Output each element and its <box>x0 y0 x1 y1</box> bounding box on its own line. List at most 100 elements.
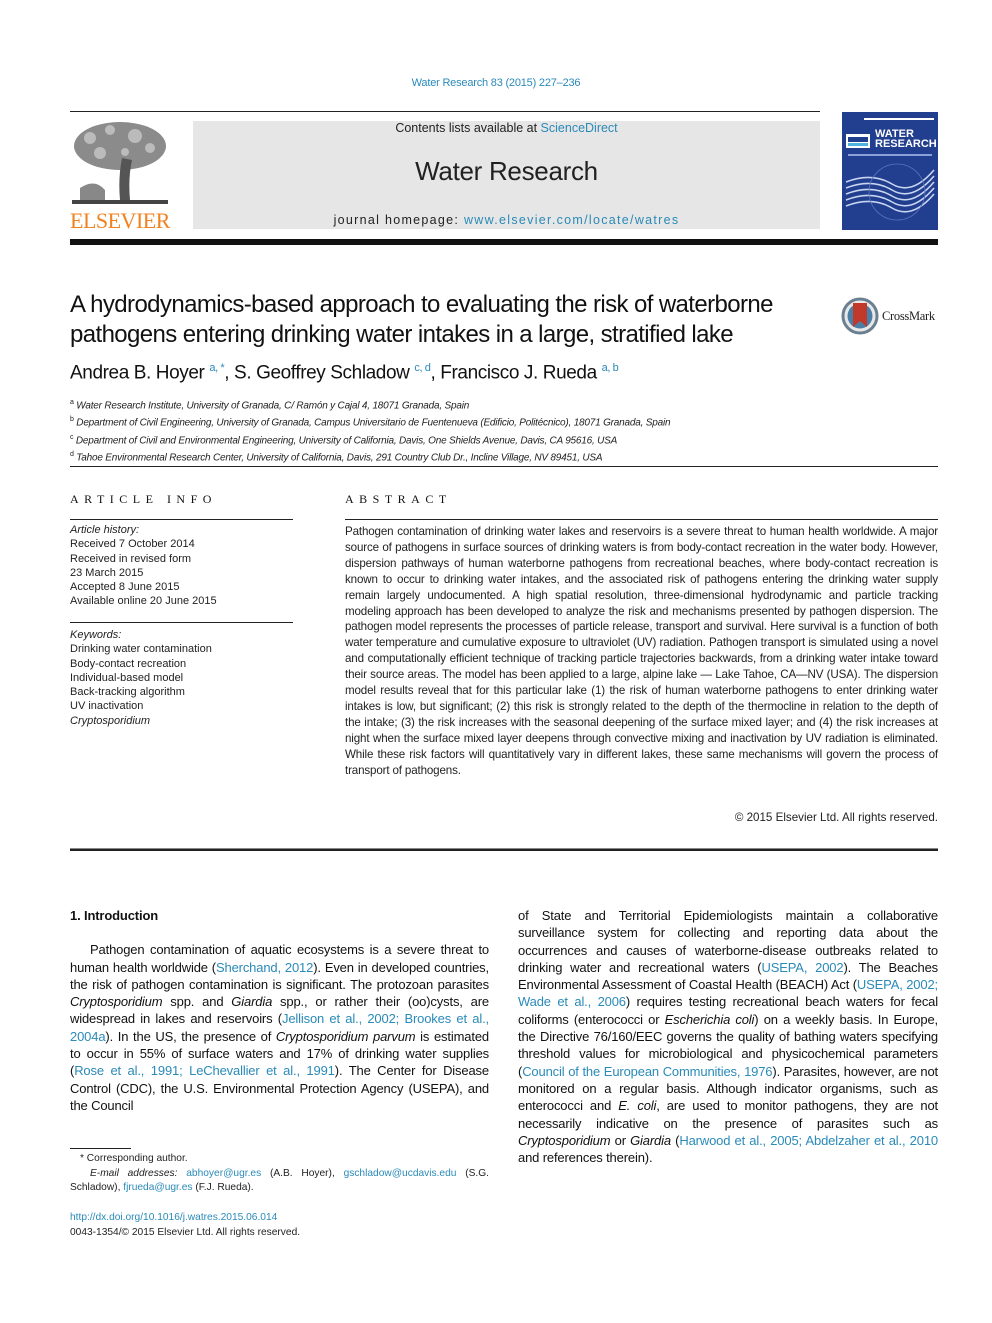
elsevier-logo[interactable]: ELSEVIER <box>70 118 172 234</box>
doi-block: http://dx.doi.org/10.1016/j.watres.2015.… <box>70 1210 300 1240</box>
crossmark-icon <box>841 297 879 335</box>
keyword-item: Back-tracking algorithm <box>70 686 185 699</box>
author-separator: , <box>430 362 441 384</box>
email-link[interactable]: abhoyer@ugr.es <box>186 1168 261 1179</box>
masthead-thick-rule <box>70 239 938 245</box>
species-name: Cryptosporidium <box>518 1132 611 1148</box>
doi-link[interactable]: http://dx.doi.org/10.1016/j.watres.2015.… <box>70 1210 300 1225</box>
body-separator-rule <box>70 848 938 851</box>
journal-cover-thumbnail[interactable]: WATER RESEARCH <box>842 112 938 230</box>
affiliation-text: Department of Civil Engineering, Univers… <box>76 417 671 429</box>
introduction-heading: 1. Introduction <box>70 908 159 923</box>
species-name: Cryptosporidium parvum <box>275 1028 416 1044</box>
reference-link[interactable]: Sherchand, 2012 <box>216 960 313 975</box>
text-run: ). In the US, the presence of <box>105 1028 276 1044</box>
author-separator: , <box>224 362 235 384</box>
section-rule <box>70 466 938 467</box>
homepage-prefix: journal homepage: <box>333 213 464 227</box>
species-name: E. coli <box>618 1098 657 1114</box>
text-run: spp. and <box>162 994 232 1010</box>
affiliation-item: b Department of Civil Engineering, Unive… <box>70 413 671 430</box>
history-item: Available online 20 June 2015 <box>70 595 217 608</box>
affiliation-item: d Tahoe Environmental Research Center, U… <box>70 448 670 465</box>
abstract-rule <box>345 519 938 520</box>
article-info-heading: ARTICLE INFO <box>70 492 217 506</box>
corresponding-author-note: * Corresponding author. <box>80 1153 188 1164</box>
article-title: A hydrodynamics-based approach to evalua… <box>70 290 830 350</box>
keyword-item: Individual-based model <box>70 671 184 684</box>
affiliation-item: c Department of Civil and Environmental … <box>70 431 670 448</box>
species-name: Escherichia coli <box>664 1011 755 1027</box>
history-item: Received in revised form <box>70 552 192 565</box>
author-name[interactable]: Andrea B. Hoyer <box>70 362 205 383</box>
cover-title-line2: RESEARCH <box>875 138 937 150</box>
author-name[interactable]: Francisco J. Rueda <box>440 362 597 383</box>
crossmark-label: CrossMark <box>882 308 935 323</box>
reference-link[interactable]: Rose et al., 1991; LeChevallier et al., … <box>74 1063 335 1078</box>
email-link[interactable]: gschladow@ucdavis.edu <box>344 1168 457 1179</box>
email-link[interactable]: fjrueda@ugr.es <box>123 1182 192 1193</box>
article-title-line1: A hydrodynamics-based approach to evalua… <box>70 291 774 318</box>
keyword-item: UV inactivation <box>70 700 144 713</box>
journal-name: Water Research <box>415 156 598 186</box>
author-affiliation-marker[interactable]: a, b <box>602 362 619 374</box>
footnotes: * Corresponding author. E-mail addresses… <box>70 1152 489 1196</box>
article-title-line2: pathogens entering drinking water intake… <box>70 321 734 348</box>
text-run: and refer­ences therein). <box>518 1150 653 1166</box>
email-owner: (A.B. Hoyer), <box>261 1167 344 1179</box>
abstract-text: Pathogen contamination of drinking water… <box>345 525 938 777</box>
issn-copyright: 0043-1354/© 2015 Elsevier Ltd. All right… <box>70 1227 301 1238</box>
cover-title: WATER RESEARCH <box>875 129 937 150</box>
history-item: 23 March 2015 <box>70 566 144 579</box>
history-item: Received 7 October 2014 <box>70 538 195 551</box>
affiliation-text: Water Research Institute, University of … <box>76 400 470 412</box>
author-affiliation-marker[interactable]: a, * <box>209 362 224 374</box>
crossmark-button[interactable]: CrossMark <box>841 296 941 336</box>
body-right-column: of State and Territorial Epidemiologists… <box>518 907 938 1166</box>
email-label: E-mail addresses: <box>90 1167 178 1179</box>
species-name: Cryptosporidium <box>70 994 163 1010</box>
abstract-heading: ABSTRACT <box>345 492 452 506</box>
homepage-line: journal homepage: www.elsevier.com/locat… <box>193 213 820 227</box>
text-run: or <box>610 1132 631 1148</box>
elsevier-tree-icon <box>70 118 170 208</box>
author-affiliation-marker[interactable]: c, d <box>414 362 431 374</box>
affiliation-key: d <box>70 450 74 458</box>
species-name: Giardia <box>231 994 273 1010</box>
introduction-paragraph-continued: of State and Territorial Epidemiologists… <box>518 907 938 1166</box>
author-list: Andrea B. Hoyer a, *, S. Geoffrey Schlad… <box>70 362 619 384</box>
email-addresses: E-mail addresses: abhoyer@ugr.es (A.B. H… <box>70 1167 489 1196</box>
affiliation-key: b <box>70 416 74 424</box>
affiliation-text: Department of Civil and Environmental En… <box>75 434 618 446</box>
email-owner: (F.J. Rueda). <box>192 1182 254 1194</box>
affiliation-text: Tahoe Environmental Research Center, Uni… <box>76 452 603 464</box>
affiliation-key: a <box>70 399 74 406</box>
article-history: Article history: Received 7 October 2014… <box>70 523 217 609</box>
journal-masthead: Contents lists available at ScienceDirec… <box>193 121 820 229</box>
history-label: Article history: <box>70 524 140 536</box>
introduction-paragraph: Pathogen contamination of aquatic ecosys… <box>70 941 489 1114</box>
abstract-copyright: © 2015 Elsevier Ltd. All rights reserved… <box>734 811 938 824</box>
reference-link[interactable]: USEPA, 2002 <box>761 960 843 975</box>
journal-citation[interactable]: Water Research 83 (2015) 227–236 <box>0 77 992 89</box>
contents-prefix: Contents lists available at <box>395 121 541 135</box>
affiliation-item: a Water Research Institute, University o… <box>70 396 670 413</box>
article-info-rule <box>70 519 293 520</box>
history-item: Accepted 8 June 2015 <box>70 581 180 594</box>
keyword-item: Body-contact recreation <box>70 657 187 670</box>
affiliation-key: c <box>70 433 74 441</box>
keyword-item: Cryptosporidium <box>70 714 151 727</box>
author-name[interactable]: S. Geoffrey Schladow <box>234 362 410 383</box>
elsevier-wordmark: ELSEVIER <box>70 208 170 233</box>
reference-link[interactable]: Council of the European Communities, 197… <box>522 1064 772 1079</box>
keywords: Keywords: Drinking water contamination B… <box>70 628 212 728</box>
body-left-column: 1. Introduction Pathogen contamination o… <box>70 907 489 1114</box>
affiliations: a Water Research Institute, University o… <box>70 396 671 465</box>
sciencedirect-link[interactable]: ScienceDirect <box>541 121 618 135</box>
keyword-item: Drinking water contamination <box>70 643 212 656</box>
journal-homepage-link[interactable]: www.elsevier.com/locate/watres <box>464 213 679 227</box>
keywords-label: Keywords: <box>70 629 122 641</box>
footnote-rule <box>70 1148 131 1149</box>
contents-line: Contents lists available at ScienceDirec… <box>193 121 820 135</box>
reference-link[interactable]: Harwood et al., 2005; Abdelzaher et al.,… <box>679 1133 938 1148</box>
